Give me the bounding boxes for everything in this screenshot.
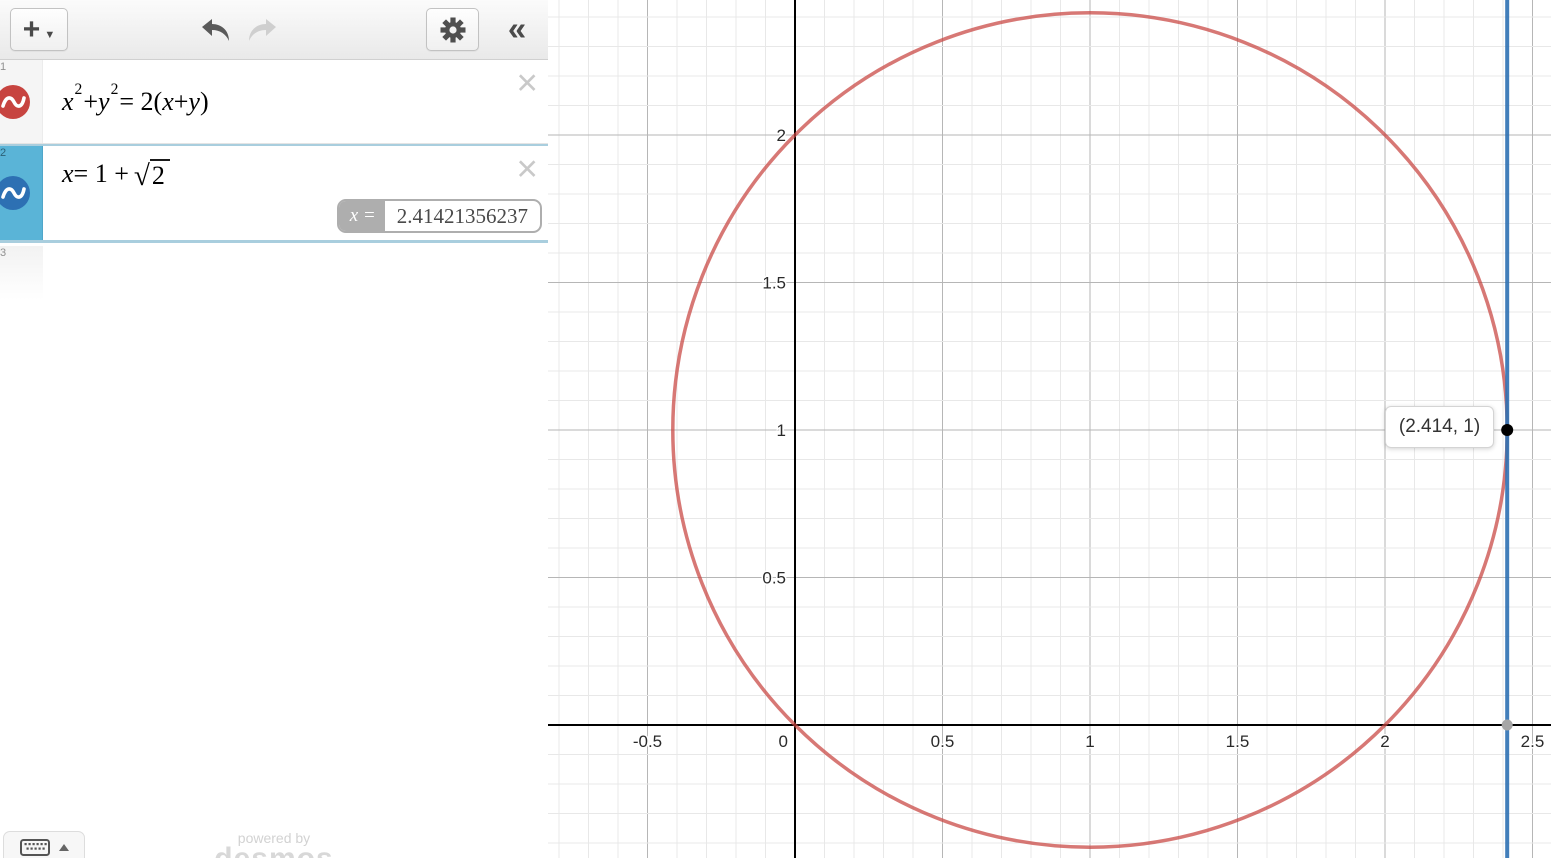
curve-visibility-icon[interactable] bbox=[0, 85, 30, 119]
expression-number: 2 bbox=[0, 147, 6, 159]
expression-number: 3 bbox=[0, 247, 6, 259]
svg-text:2: 2 bbox=[777, 126, 786, 145]
graph-pane: -0.5 0 0.5 1 1.5 2 2.5 0.5 1 1.5 2 (2.414, 1) bbox=[548, 0, 1551, 858]
value-pill-value: 2.41421356237 bbox=[385, 201, 540, 231]
value-pill-label: x = bbox=[339, 201, 385, 231]
svg-text:2.5: 2.5 bbox=[1521, 732, 1545, 751]
delete-expression-icon[interactable]: × bbox=[516, 150, 538, 187]
expression-gutter-3: 3 bbox=[0, 246, 43, 300]
expression-row-3-empty[interactable]: 3 bbox=[0, 246, 548, 300]
show-keyboard-button[interactable] bbox=[3, 831, 85, 858]
point-label: (2.414, 1) bbox=[1385, 406, 1494, 448]
equation-input-1[interactable]: x2 + y2 = 2(x + y) bbox=[43, 60, 548, 143]
evaluated-value-pill: x = 2.41421356237 bbox=[337, 199, 542, 233]
expression-row-1: 1 x2 + y2 = 2(x + y) × bbox=[0, 60, 548, 144]
svg-text:1: 1 bbox=[777, 421, 786, 440]
expression-gutter-2: 2 bbox=[0, 146, 43, 240]
redo-button[interactable] bbox=[242, 15, 280, 45]
add-expression-button[interactable]: + ▼ bbox=[10, 8, 68, 51]
sidebar-toolbar: + ▼ « bbox=[0, 0, 548, 60]
expression-number: 1 bbox=[0, 61, 6, 73]
svg-text:2: 2 bbox=[1380, 732, 1389, 751]
svg-text:1: 1 bbox=[1085, 732, 1094, 751]
equation-input-3[interactable] bbox=[43, 246, 548, 300]
line-visibility-icon[interactable] bbox=[0, 176, 30, 210]
expression-row-2-selected: 2 x = 1 + √2 × x = 2.41421356237 bbox=[0, 144, 548, 243]
svg-text:0: 0 bbox=[779, 732, 788, 751]
svg-text:1.5: 1.5 bbox=[762, 273, 786, 292]
svg-text:0.5: 0.5 bbox=[931, 732, 955, 751]
settings-button[interactable] bbox=[426, 8, 479, 51]
chevron-down-icon: ▼ bbox=[44, 29, 55, 41]
svg-text:-0.5: -0.5 bbox=[633, 732, 662, 751]
undo-button[interactable] bbox=[198, 15, 236, 45]
svg-text:0.5: 0.5 bbox=[762, 569, 786, 588]
delete-expression-icon[interactable]: × bbox=[516, 64, 538, 101]
expression-sidebar: + ▼ « bbox=[0, 0, 548, 858]
keyboard-icon bbox=[20, 839, 50, 856]
keyboard-open-caret-icon bbox=[59, 844, 69, 851]
plus-icon: + bbox=[23, 15, 41, 45]
svg-text:1.5: 1.5 bbox=[1226, 732, 1250, 751]
expression-gutter-1: 1 bbox=[0, 60, 43, 143]
redo-icon bbox=[244, 17, 278, 43]
undo-icon bbox=[200, 17, 234, 43]
collapse-sidebar-button[interactable]: « bbox=[492, 6, 542, 52]
gear-icon bbox=[439, 16, 467, 44]
